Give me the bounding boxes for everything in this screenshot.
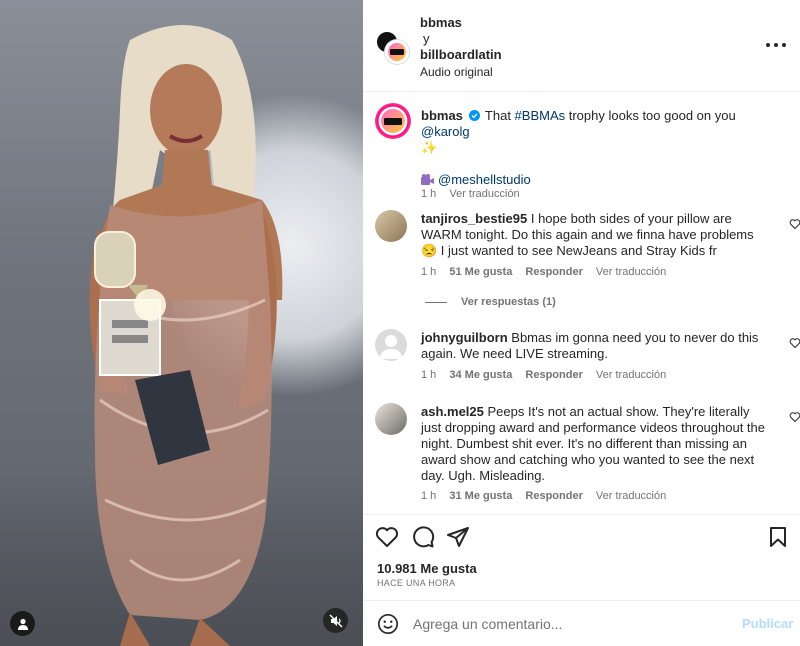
sparkle-emoji: ✨ <box>421 140 438 155</box>
commenter-avatar[interactable] <box>375 403 407 435</box>
comment-time: 1 h <box>421 490 437 502</box>
like-heart-icon[interactable] <box>375 525 399 549</box>
billboard-logo-icon <box>388 43 406 61</box>
view-replies-button[interactable]: Ver respuestas (1) <box>425 296 566 308</box>
comment-bubble-icon[interactable] <box>411 525 435 549</box>
translate-link[interactable]: Ver traducción <box>596 266 666 278</box>
like-comment-heart-icon[interactable] <box>789 411 800 423</box>
caption-text-part: That <box>484 108 515 123</box>
reply-button[interactable]: Responder <box>525 266 582 278</box>
likes-count[interactable]: 10.981 Me gusta <box>377 561 477 576</box>
reply-button[interactable]: Responder <box>525 369 582 381</box>
dot-icon <box>766 43 770 47</box>
comment-text: johnyguilborn Bbmas im gonna need you to… <box>421 330 769 362</box>
translate-link[interactable]: Ver traducción <box>596 490 666 502</box>
mute-button[interactable] <box>323 608 348 633</box>
like-comment-heart-icon[interactable] <box>789 337 800 349</box>
comment-likes-link[interactable]: 31 Me gusta <box>449 490 512 502</box>
comment-text: tanjiros_bestie95 I hope both sides of y… <box>421 211 769 259</box>
billboard-logo-icon <box>381 109 405 133</box>
post-side-panel: bbmas y billboardlatin Audio original bb… <box>363 0 800 646</box>
post-timestamp: HACE UNA HORA <box>377 578 456 588</box>
commenter-avatar[interactable] <box>375 210 407 242</box>
comment-username[interactable]: ash.mel25 <box>421 404 484 419</box>
comment-likes-link[interactable]: 51 Me gusta <box>449 266 512 278</box>
person-icon <box>17 618 28 630</box>
comment-meta: 1 h 51 Me gusta Responder Ver traducción <box>421 266 676 278</box>
caption-text: bbmas That #BBMAs trophy looks too good … <box>421 108 776 188</box>
photo-subject <box>89 25 283 646</box>
more-options-button[interactable] <box>766 38 786 52</box>
tagged-user-button[interactable] <box>10 611 35 636</box>
comment-likes-link[interactable]: 34 Me gusta <box>449 369 512 381</box>
caption-text-part: trophy looks too good on you <box>565 108 736 123</box>
comment-username[interactable]: johnyguilborn <box>421 330 508 345</box>
caption-translate-link[interactable]: Ver traducción <box>449 188 519 200</box>
credit-mention-link[interactable]: @meshellstudio <box>438 172 531 187</box>
view-replies-label: Ver respuestas (1) <box>461 296 556 308</box>
caption-username[interactable]: bbmas <box>421 108 463 123</box>
action-bar <box>363 514 800 560</box>
post-comment-button[interactable]: Publicar <box>742 616 793 631</box>
caption-meta: 1 h Ver traducción <box>421 188 530 200</box>
comment-time: 1 h <box>421 369 437 381</box>
comment-time: 1 h <box>421 266 437 278</box>
replies-divider <box>425 301 447 303</box>
emoji-smiley-icon[interactable] <box>377 613 399 635</box>
collab-avatars[interactable] <box>375 30 411 64</box>
hashtag-link[interactable]: #BBMAs <box>515 108 566 123</box>
comment-username[interactable]: tanjiros_bestie95 <box>421 211 527 226</box>
avatar-billboardlatin[interactable] <box>385 40 409 64</box>
save-bookmark-icon[interactable] <box>766 525 790 549</box>
translate-link[interactable]: Ver traducción <box>596 369 666 381</box>
commenter-avatar[interactable] <box>375 329 407 361</box>
comments-list[interactable]: bbmas That #BBMAs trophy looks too good … <box>363 93 800 513</box>
dot-icon <box>782 43 786 47</box>
comment-text: ash.mel25 Peeps It's not an actual show.… <box>421 404 769 484</box>
comment-composer: Publicar <box>363 600 800 646</box>
camera-emoji-icon <box>421 174 434 185</box>
mention-link[interactable]: @karolg <box>421 124 470 139</box>
collab-connector: y <box>423 31 430 46</box>
comment-meta: 1 h 31 Me gusta Responder Ver traducción <box>421 490 676 502</box>
post-media[interactable] <box>0 0 363 646</box>
reply-button[interactable]: Responder <box>525 490 582 502</box>
collab-username[interactable]: billboardlatin <box>420 47 502 62</box>
default-avatar-icon <box>380 335 402 359</box>
caption-time: 1 h <box>421 188 437 200</box>
post-header: bbmas y billboardlatin Audio original <box>363 0 800 92</box>
comment-meta: 1 h 34 Me gusta Responder Ver traducción <box>421 369 676 381</box>
dot-icon <box>774 43 778 47</box>
muted-speaker-icon <box>329 614 342 627</box>
author-username[interactable]: bbmas <box>420 15 462 30</box>
like-comment-heart-icon[interactable] <box>789 218 800 230</box>
verified-badge-icon <box>468 110 480 121</box>
comment-input[interactable] <box>413 614 713 634</box>
audio-link[interactable]: Audio original <box>420 65 493 79</box>
share-paper-plane-icon[interactable] <box>446 525 470 549</box>
caption-avatar[interactable] <box>375 103 411 139</box>
